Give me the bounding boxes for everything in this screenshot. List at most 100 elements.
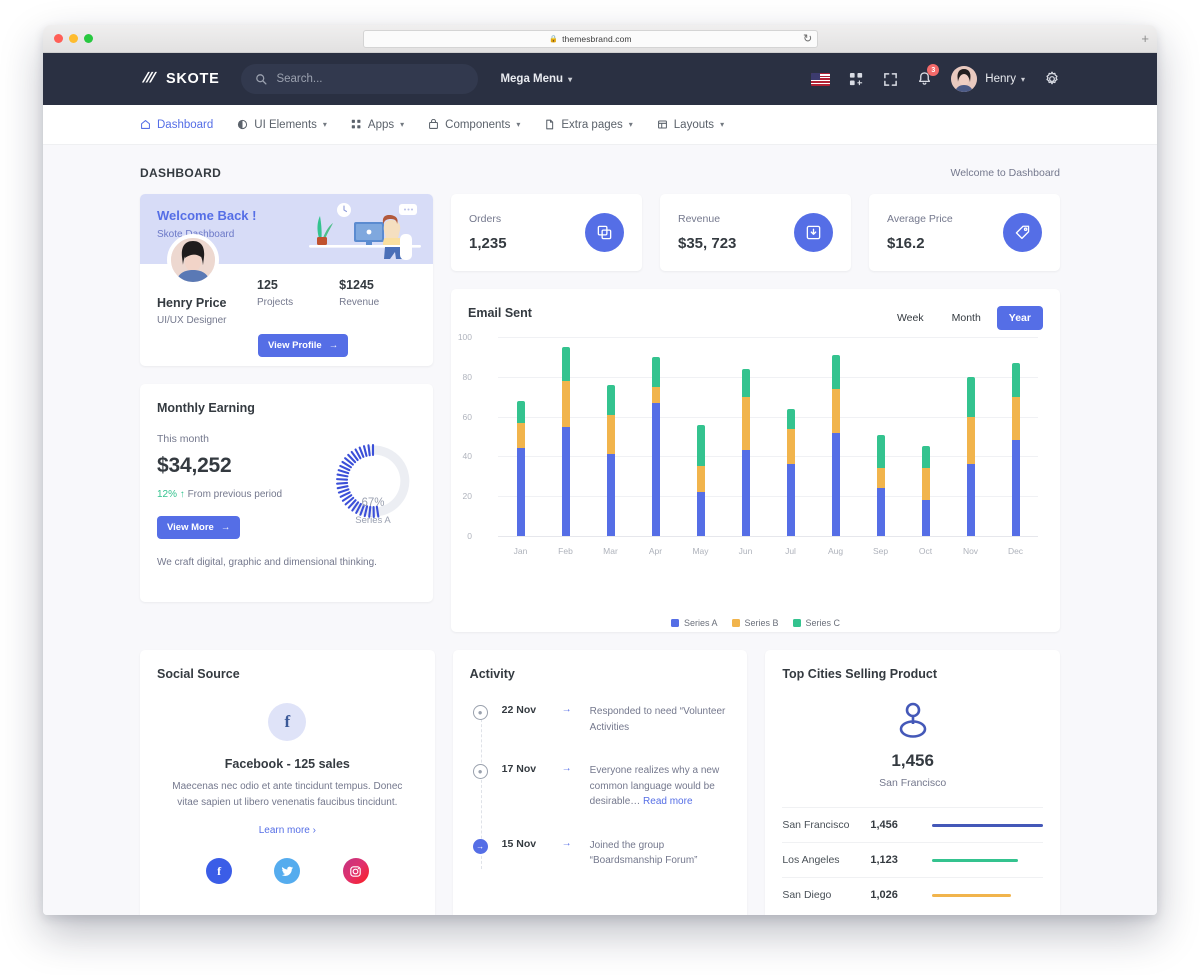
stat-card-text: Average Price $16.2 <box>887 213 953 252</box>
new-tab-button[interactable]: + <box>1141 31 1149 46</box>
top-cities-card: Top Cities Selling Product 1,456 San Fra… <box>765 650 1061 915</box>
breadcrumb: Welcome to Dashboard <box>950 167 1060 179</box>
chart-legend-item[interactable]: Series B <box>731 618 779 628</box>
nav-item-layouts[interactable]: Layouts ▾ <box>657 119 724 131</box>
profile-name: Henry Price <box>157 296 227 310</box>
chart-bar-column[interactable]: Jul <box>768 337 813 556</box>
close-window-button[interactable] <box>54 34 63 43</box>
notification-badge: 3 <box>927 64 940 76</box>
view-profile-button[interactable]: View Profile → <box>258 334 349 357</box>
gear-icon[interactable] <box>1044 71 1060 87</box>
top-cities-table: San Francisco 1,456 Los Angeles 1,123 San Di… <box>782 807 1044 912</box>
stat-projects: 125 Projects <box>257 278 293 308</box>
arrow-right-icon: → <box>561 837 572 849</box>
chart-bar-segment <box>696 492 705 536</box>
fullscreen-icon[interactable] <box>883 72 898 87</box>
toggle-year[interactable]: Year <box>996 306 1043 330</box>
chart-range-toggle[interactable]: Week Month Year <box>885 306 1043 330</box>
chart-x-tick-label: May <box>692 546 709 556</box>
left-column: Welcome Back ! Skote Dashboard Henry Pri… <box>140 194 433 632</box>
user-menu[interactable]: Henry ▾ <box>951 66 1025 92</box>
activity-date: 17 Nov <box>501 763 537 775</box>
chart-bar-column[interactable]: Sep <box>858 337 903 556</box>
toggle-week[interactable]: Week <box>885 306 936 330</box>
address-bar[interactable]: 🔒 themesbrand.com <box>363 30 818 48</box>
chevron-down-icon: ▾ <box>516 120 521 129</box>
stat-card-label: Revenue <box>678 213 721 225</box>
chart-bar-segment <box>516 422 525 449</box>
stat-card-value: $35, 723 <box>678 235 737 252</box>
facebook-icon: f <box>268 703 307 741</box>
activity-card: Activity ● 22 Nov → Responded to need “V… <box>452 650 748 915</box>
chart-bar-column[interactable]: Jan <box>498 337 543 556</box>
view-more-button[interactable]: View More → <box>157 515 241 539</box>
activity-item[interactable]: → 15 Nov → Joined the group “Boardsmansh… <box>472 837 731 869</box>
legend-swatch <box>792 619 801 627</box>
nav-item-apps[interactable]: Apps ▾ <box>351 119 404 131</box>
chart-bar-column[interactable]: Nov <box>948 337 993 556</box>
chart-legend-item[interactable]: Series C <box>792 618 840 628</box>
chart-bar-segment <box>741 396 750 451</box>
table-row: Los Angeles 1,123 <box>782 842 1044 877</box>
nav-item-components[interactable]: Components ▾ <box>428 119 520 131</box>
nav-item-ui-elements[interactable]: UI Elements ▾ <box>237 119 327 131</box>
flag-us-icon[interactable] <box>811 72 831 86</box>
dashboard-bottom-row: Social Source f Facebook - 125 sales Mae… <box>140 650 1061 915</box>
stat-revenue: $1245 Revenue <box>339 278 379 308</box>
twitter-icon[interactable] <box>274 858 301 885</box>
stat-value: 125 <box>257 278 278 292</box>
activity-item[interactable]: ● 22 Nov → Responded to need “Volunteer … <box>472 704 731 735</box>
toggle-month[interactable]: Month <box>940 306 993 330</box>
chevron-down-icon: ▾ <box>322 120 327 129</box>
chart-bar-segment <box>516 400 525 423</box>
legend-swatch <box>670 619 679 627</box>
facebook-icon[interactable]: f <box>206 858 233 885</box>
window-controls[interactable] <box>54 34 93 43</box>
chart-legend-item[interactable]: Series A <box>670 618 718 628</box>
learn-more-link[interactable]: Learn more › <box>157 825 418 836</box>
brand-logo[interactable]: SKOTE <box>140 71 219 87</box>
mega-menu-dropdown[interactable]: Mega Menu ▾ <box>500 73 572 85</box>
file-icon <box>546 119 554 130</box>
nav-label: Extra pages <box>561 118 623 131</box>
nav-item-dashboard[interactable]: Dashboard <box>140 119 213 131</box>
activity-text: Responded to need “Volunteer Activities <box>589 706 726 733</box>
activity-item[interactable]: ● 17 Nov → Everyone realizes why a new c… <box>472 763 731 810</box>
reload-icon[interactable]: ↻ <box>803 32 812 45</box>
chart-x-tick-label: Oct <box>918 546 933 556</box>
copy-icon <box>585 213 624 252</box>
chart-bar-column[interactable]: Feb <box>543 337 588 556</box>
stat-card-text: Orders 1,235 <box>469 213 507 252</box>
stat-card-revenue: Revenue $35, 723 <box>660 194 851 271</box>
screenshot-root: 🔒 themesbrand.com ↻ + SKOTE Search... Me… <box>0 0 1200 975</box>
stat-card-label: Orders <box>469 213 502 225</box>
search-box[interactable] <box>241 64 479 94</box>
featured-city-name: San Francisco <box>879 777 947 789</box>
chart-header: Email Sent Week Month Year <box>468 306 1043 330</box>
button-label: View More <box>167 521 214 533</box>
search-input[interactable] <box>276 73 447 85</box>
apps-grid-icon[interactable] <box>849 72 864 87</box>
chart-x-tick-label: Aug <box>827 546 844 556</box>
chart-bar-column[interactable]: May <box>678 337 723 556</box>
chart-bar-segment <box>561 346 570 381</box>
maximize-window-button[interactable] <box>84 34 93 43</box>
chart-bar-column[interactable]: Mar <box>588 337 633 556</box>
chart-bar-segment <box>651 386 660 403</box>
chart-bar-column[interactable]: Oct <box>903 337 948 556</box>
page-header: DASHBOARD Welcome to Dashboard <box>140 145 1060 194</box>
bell-icon[interactable]: 3 <box>917 64 940 87</box>
chart-bar-column[interactable]: Jun <box>723 337 768 556</box>
timeline-dot-icon: ● <box>472 705 488 720</box>
user-name: Henry ▾ <box>985 73 1025 85</box>
chart-bar-column[interactable]: Dec <box>993 337 1038 556</box>
chart-bar-column[interactable]: Apr <box>633 337 678 556</box>
chart-y-tick-label: 20 <box>462 491 472 502</box>
chart-bar-column[interactable]: Aug <box>813 337 858 556</box>
minimize-window-button[interactable] <box>69 34 78 43</box>
instagram-icon[interactable] <box>342 858 369 885</box>
read-more-link[interactable]: Read more <box>643 796 692 807</box>
card-title: Social Source <box>157 667 240 681</box>
lock-icon: 🔒 <box>549 36 559 43</box>
nav-item-extra-pages[interactable]: Extra pages ▾ <box>544 118 633 131</box>
